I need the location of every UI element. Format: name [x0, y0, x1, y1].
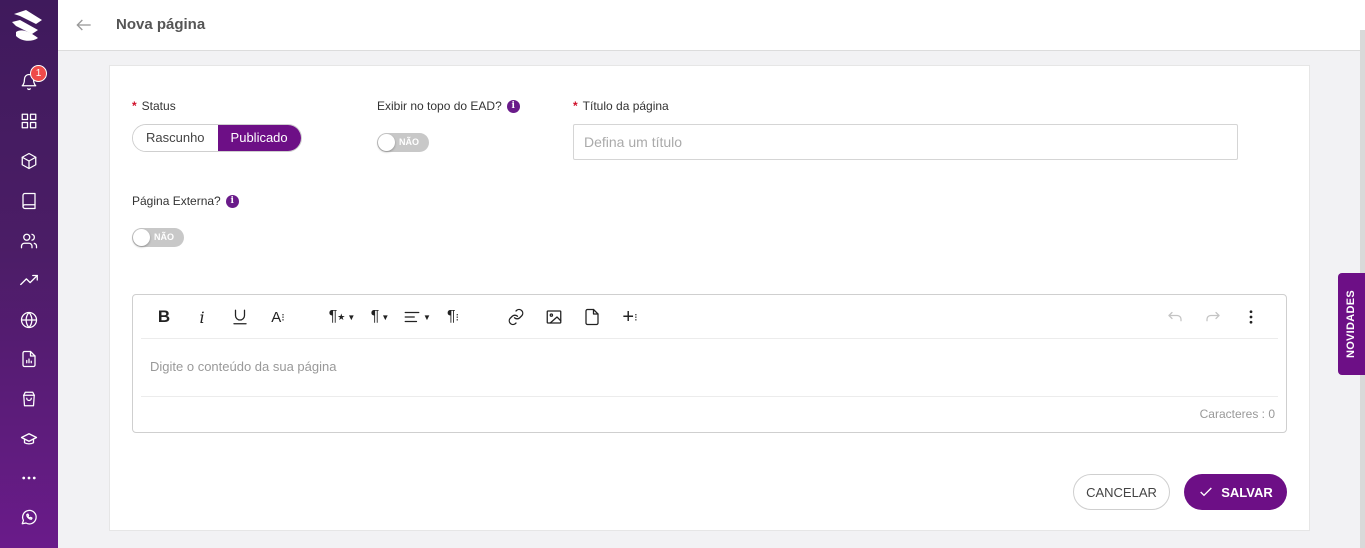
file-icon[interactable] [581, 305, 603, 329]
shopping-bag-icon[interactable] [17, 387, 41, 411]
page-title-input[interactable] [573, 124, 1238, 160]
status-label: * Status [132, 99, 176, 113]
editor-footer: Caracteres : 0 [141, 396, 1278, 432]
save-button[interactable]: SALVAR [1184, 474, 1287, 510]
info-icon[interactable]: i [506, 99, 520, 113]
paragraph-format-icon[interactable]: ¶ ▼ [365, 305, 395, 329]
required-marker: * [132, 99, 137, 113]
top-header: Nova página [58, 0, 1365, 51]
status-option-publicado[interactable]: Publicado [217, 125, 301, 151]
more-icon[interactable] [17, 466, 41, 490]
sidebar: 1 [0, 0, 58, 548]
link-icon[interactable] [505, 305, 527, 329]
image-icon[interactable] [543, 305, 565, 329]
notification-badge: 1 [30, 65, 47, 82]
more-paragraph-icon[interactable]: ¶ ⁝ [441, 305, 465, 329]
more-options-icon[interactable] [1240, 305, 1262, 329]
show-top-label: Exibir no topo do EAD? i [377, 99, 520, 113]
info-icon[interactable]: i [225, 194, 239, 208]
redo-icon[interactable] [1202, 305, 1224, 329]
underline-icon[interactable] [229, 305, 251, 329]
whatsapp-icon[interactable] [17, 505, 41, 529]
paragraph-style-icon[interactable]: ¶ ★ ▼ [325, 305, 359, 329]
form-card: * Status Rascunho Publicado Exibir no to… [109, 65, 1310, 531]
book-icon[interactable] [17, 189, 41, 213]
rich-text-editor: B i A ⁝ ¶ ★ ▼ ¶ ▼ ▼ ¶ ⁝ + ⁝ Digite o con… [132, 294, 1287, 433]
external-page-toggle[interactable]: NÃO [132, 228, 184, 247]
toggle-knob [133, 229, 150, 246]
users-icon[interactable] [17, 229, 41, 253]
bold-icon[interactable]: B [153, 305, 175, 329]
back-arrow-icon[interactable] [74, 15, 96, 37]
undo-icon[interactable] [1164, 305, 1186, 329]
cube-icon[interactable] [17, 149, 41, 173]
toggle-state-text: NÃO [399, 137, 419, 147]
graduation-cap-icon[interactable] [17, 427, 41, 451]
cancel-button[interactable]: CANCELAR [1073, 474, 1170, 510]
align-icon[interactable]: ▼ [401, 305, 433, 329]
toggle-knob [378, 134, 395, 151]
report-icon[interactable] [17, 347, 41, 371]
novidades-label: NOVIDADES [1345, 289, 1358, 359]
novidades-side-tab[interactable]: NOVIDADES [1338, 273, 1365, 375]
show-top-toggle[interactable]: NÃO [377, 133, 429, 152]
toggle-state-text: NÃO [154, 232, 174, 242]
editor-content-area[interactable]: Digite o conteúdo da sua página [150, 359, 336, 374]
check-icon [1200, 487, 1213, 497]
page-title-label: * Título da página [573, 99, 669, 113]
text-size-icon[interactable]: A ⁝ [265, 305, 291, 329]
external-page-label: Página Externa? i [132, 194, 239, 208]
grid-icon[interactable] [17, 109, 41, 133]
page-title: Nova página [116, 16, 206, 33]
globe-icon[interactable] [17, 308, 41, 332]
editor-toolbar: B i A ⁝ ¶ ★ ▼ ¶ ▼ ▼ ¶ ⁝ + ⁝ [141, 295, 1278, 339]
required-marker: * [573, 99, 578, 113]
status-option-rascunho[interactable]: Rascunho [133, 125, 218, 151]
status-segmented-control: Rascunho Publicado [132, 124, 302, 152]
trending-up-icon[interactable] [17, 268, 41, 292]
save-button-label: SALVAR [1221, 484, 1273, 500]
more-insert-icon[interactable]: + ⁝ [617, 305, 643, 329]
italic-icon[interactable]: i [191, 305, 213, 329]
character-count: Caracteres : 0 [1199, 407, 1275, 421]
brand-logo-icon[interactable] [8, 6, 48, 46]
